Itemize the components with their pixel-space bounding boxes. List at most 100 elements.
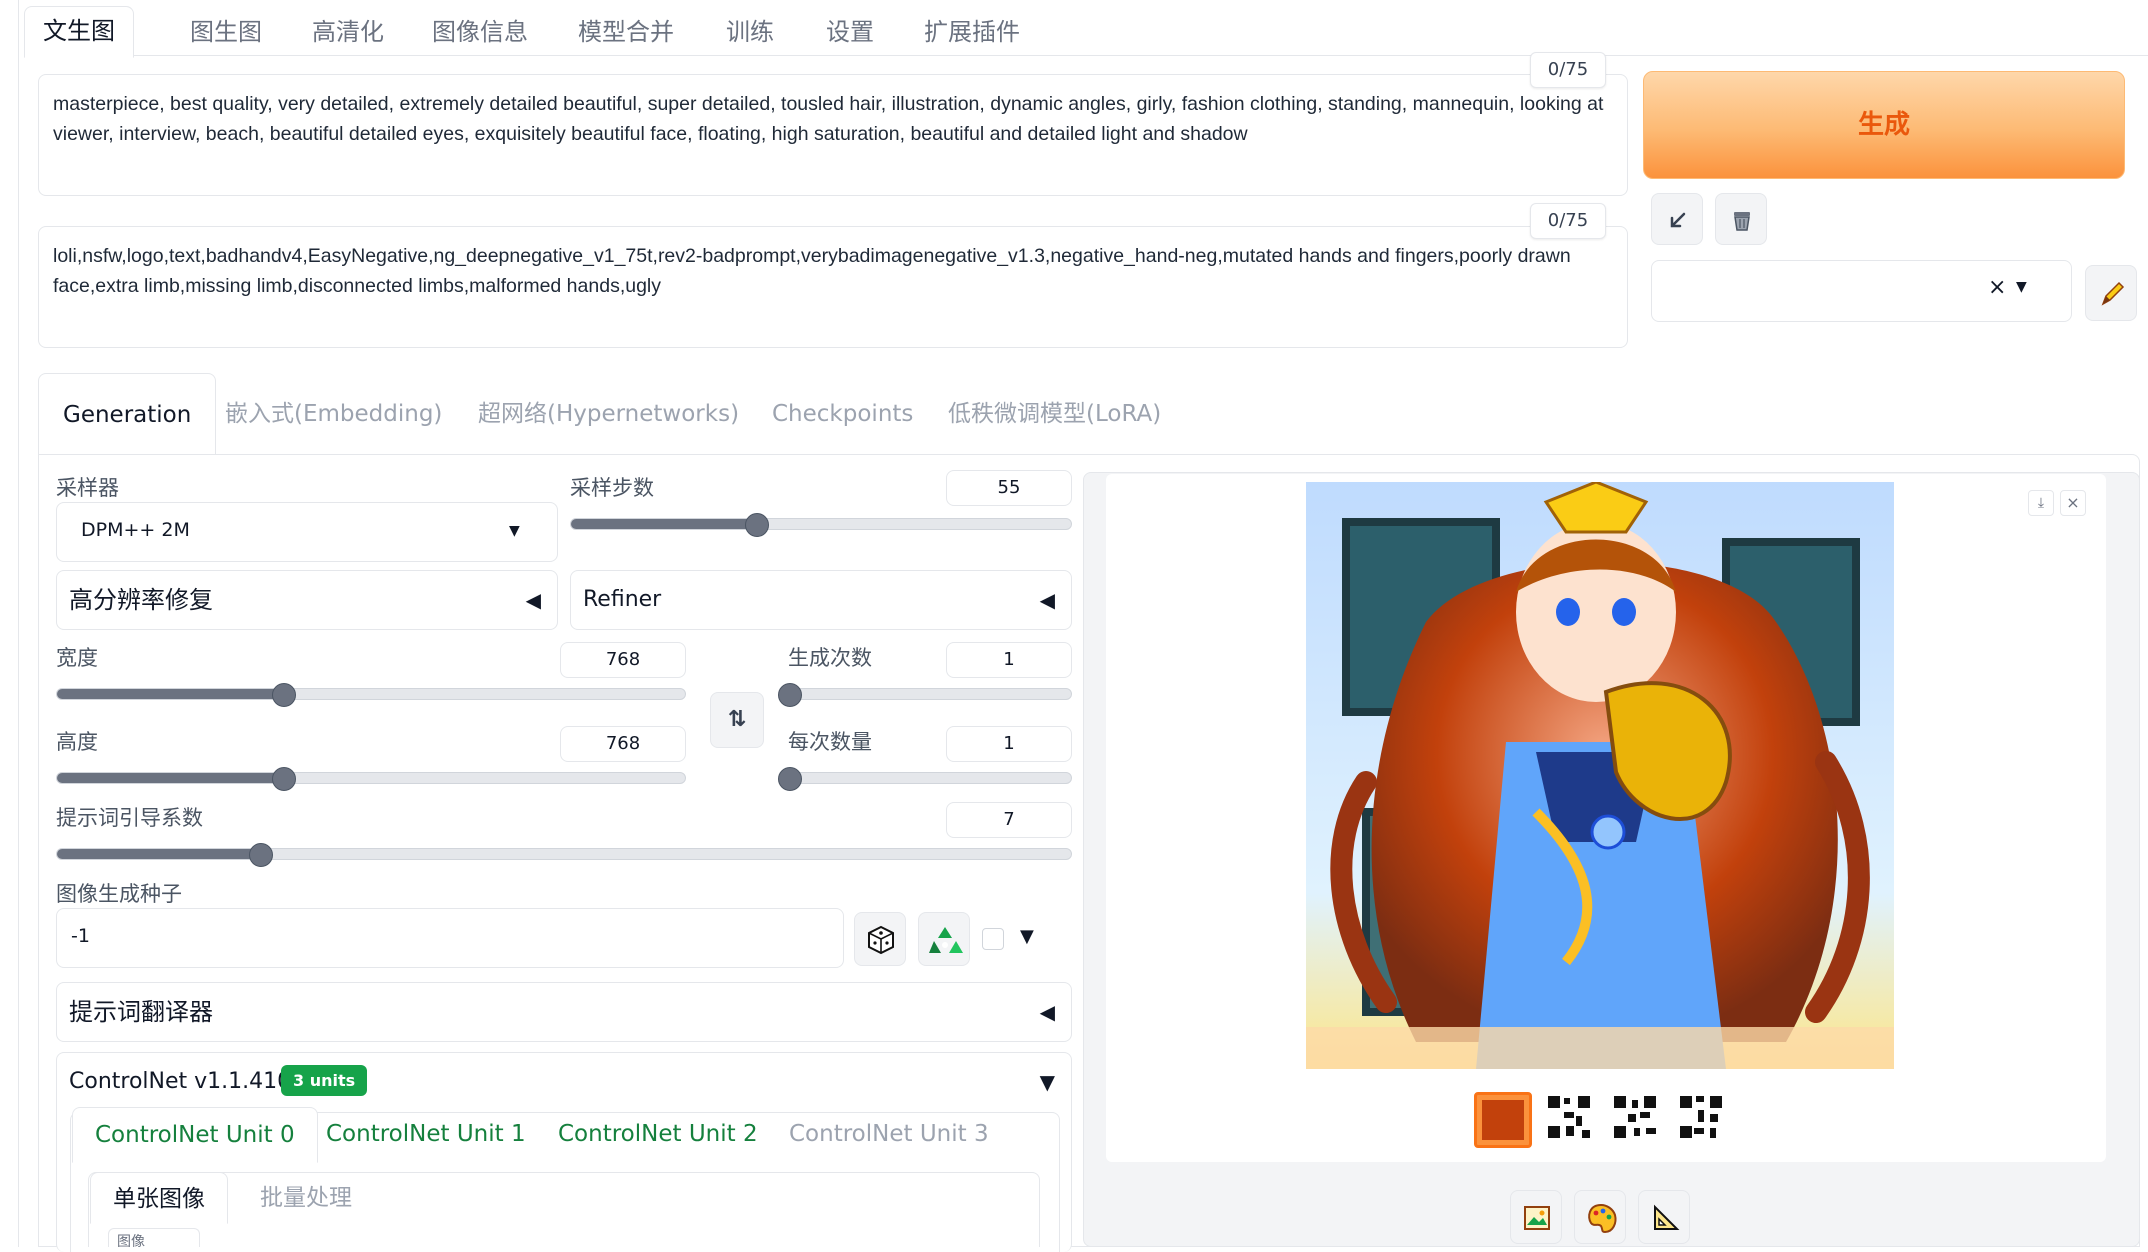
batch-size-slider[interactable] xyxy=(778,767,1072,791)
tab-controlnet-unit-3[interactable]: ControlNet Unit 3 xyxy=(767,1107,1011,1161)
collapse-arrow-icon: ◀ xyxy=(1039,588,1055,612)
batch-size-input[interactable]: 1 xyxy=(946,726,1072,762)
tab-batch-process[interactable]: 批量处理 xyxy=(236,1172,376,1224)
refiner-title: Refiner xyxy=(583,587,662,612)
sampler-value: DPM++ 2M xyxy=(81,519,190,541)
tab-model-merge[interactable]: 模型合并 xyxy=(560,8,692,56)
height-slider[interactable] xyxy=(56,767,686,791)
chevron-down-icon: ▼ xyxy=(2016,279,2027,295)
dice-icon xyxy=(868,925,894,955)
image-sub-label: 图像 xyxy=(117,1234,145,1247)
swap-dimensions-button[interactable]: ⇅ xyxy=(710,692,764,748)
tab-settings[interactable]: 设置 xyxy=(808,8,892,56)
tab-embedding[interactable]: 嵌入式(Embedding) xyxy=(225,373,442,455)
tab-img2img[interactable]: 图生图 xyxy=(172,8,280,56)
clear-style-icon[interactable]: × xyxy=(1988,275,2006,300)
palette-icon xyxy=(1588,1203,1617,1234)
collapse-arrow-icon: ◀ xyxy=(1039,1000,1055,1024)
tab-hypernetworks[interactable]: 超网络(Hypernetworks) xyxy=(478,373,739,455)
tab-checkpoints[interactable]: Checkpoints xyxy=(772,373,913,455)
qr-code-icon xyxy=(1612,1094,1658,1140)
negative-prompt-input[interactable]: loli,nsfw,logo,text,badhandv4,EasyNegati… xyxy=(38,226,1628,348)
positive-prompt-input[interactable]: masterpiece, best quality, very detailed… xyxy=(38,74,1628,196)
image-mode-panel xyxy=(88,1172,1040,1247)
thumbnail-3[interactable] xyxy=(1678,1094,1724,1140)
tab-generation[interactable]: Generation xyxy=(38,373,217,457)
recycle-icon xyxy=(929,927,963,953)
download-icon[interactable]: ⤓ xyxy=(2028,490,2054,516)
clear-prompt-button[interactable] xyxy=(1715,193,1767,245)
cfg-label: 提示词引导系数 xyxy=(56,806,203,830)
cfg-input[interactable]: 7 xyxy=(946,802,1072,838)
prompt-translator-title: 提示词翻译器 xyxy=(69,998,213,1026)
image-input-label: 图像 xyxy=(108,1228,200,1247)
sampler-dropdown[interactable]: DPM++ 2M ▼ xyxy=(56,502,558,562)
reuse-seed-button[interactable] xyxy=(918,912,970,966)
negative-token-counter: 0/75 xyxy=(1530,203,1606,239)
random-seed-button[interactable] xyxy=(854,912,906,966)
tab-controlnet-unit-2[interactable]: ControlNet Unit 2 xyxy=(536,1107,780,1161)
batch-count-slider[interactable] xyxy=(778,683,1072,707)
collapse-arrow-icon: ◀ xyxy=(525,588,541,612)
tab-single-image[interactable]: 单张图像 xyxy=(90,1172,228,1224)
open-folder-button[interactable] xyxy=(1510,1190,1562,1244)
arrow-down-left-icon xyxy=(1670,212,1686,228)
generate-button[interactable]: 生成 xyxy=(1643,71,2125,179)
seed-input[interactable]: -1 xyxy=(56,908,844,968)
send-to-extras-button[interactable] xyxy=(1638,1190,1690,1244)
chevron-down-icon: ▼ xyxy=(509,523,520,539)
generated-image[interactable] xyxy=(1306,482,1894,1069)
steps-slider[interactable] xyxy=(570,513,1072,537)
close-icon[interactable]: × xyxy=(2060,490,2086,516)
thumbnail-image xyxy=(1482,1100,1524,1140)
width-slider[interactable] xyxy=(56,683,686,707)
tab-extensions[interactable]: 扩展插件 xyxy=(906,8,1038,56)
tab-lora[interactable]: 低秩微调模型(LoRA) xyxy=(948,373,1161,455)
tab-controlnet-unit-1[interactable]: ControlNet Unit 1 xyxy=(304,1107,548,1161)
extra-seed-checkbox[interactable] xyxy=(982,928,1004,950)
cfg-slider[interactable] xyxy=(56,843,1072,867)
width-label: 宽度 xyxy=(56,646,98,670)
swap-arrows-icon: ⇅ xyxy=(727,707,747,732)
seed-value: -1 xyxy=(71,925,90,947)
batch-count-label: 生成次数 xyxy=(788,646,872,670)
thumbnail-1[interactable] xyxy=(1546,1094,1592,1140)
expand-arrow-icon: ▼ xyxy=(1039,1070,1055,1094)
prompt-translator-accordion[interactable]: 提示词翻译器 ◀ xyxy=(56,982,1072,1042)
paste-params-button[interactable] xyxy=(1651,193,1703,245)
expand-arrow-icon[interactable]: ▼ xyxy=(1020,926,1034,947)
height-input[interactable]: 768 xyxy=(560,726,686,762)
tab-upscale[interactable]: 高清化 xyxy=(294,8,402,56)
hires-fix-accordion[interactable]: 高分辨率修复 ◀ xyxy=(56,570,558,630)
tab-train[interactable]: 训练 xyxy=(708,8,792,56)
qr-code-icon xyxy=(1546,1094,1592,1140)
width-input[interactable]: 768 xyxy=(560,642,686,678)
steps-label: 采样步数 xyxy=(570,476,654,500)
edit-style-button[interactable] xyxy=(2085,265,2137,321)
anime-girl-artwork xyxy=(1306,482,1894,1069)
seed-label: 图像生成种子 xyxy=(56,882,182,906)
trash-icon xyxy=(1734,212,1750,231)
controlnet-title: ControlNet v1.1.410 xyxy=(69,1069,292,1094)
style-dropdown[interactable]: × ▼ xyxy=(1651,260,2072,322)
tab-image-info[interactable]: 图像信息 xyxy=(414,8,546,56)
tab-controlnet-unit-0[interactable]: ControlNet Unit 0 xyxy=(72,1107,318,1163)
thumbnail-2[interactable] xyxy=(1612,1094,1658,1140)
ruler-triangle-icon xyxy=(1654,1204,1680,1230)
pencil-icon xyxy=(2101,281,2125,306)
hires-fix-title: 高分辨率修复 xyxy=(69,586,213,614)
send-to-img2img-button[interactable] xyxy=(1574,1190,1626,1244)
refiner-accordion[interactable]: Refiner ◀ xyxy=(570,570,1072,630)
batch-count-input[interactable]: 1 xyxy=(946,642,1072,678)
height-label: 高度 xyxy=(56,730,98,754)
top-tab-bar: 文生图 图生图 高清化 图像信息 模型合并 训练 设置 扩展插件 xyxy=(24,0,2148,58)
controlnet-units-badge: 3 units xyxy=(281,1065,368,1096)
thumbnail-0[interactable] xyxy=(1474,1092,1532,1148)
qr-code-icon xyxy=(1678,1094,1724,1140)
tab-txt2img[interactable]: 文生图 xyxy=(24,6,134,58)
batch-size-label: 每次数量 xyxy=(788,730,872,754)
sampler-label: 采样器 xyxy=(56,476,119,500)
positive-token-counter: 0/75 xyxy=(1530,52,1606,88)
picture-icon xyxy=(1524,1206,1550,1230)
steps-input[interactable]: 55 xyxy=(946,470,1072,506)
